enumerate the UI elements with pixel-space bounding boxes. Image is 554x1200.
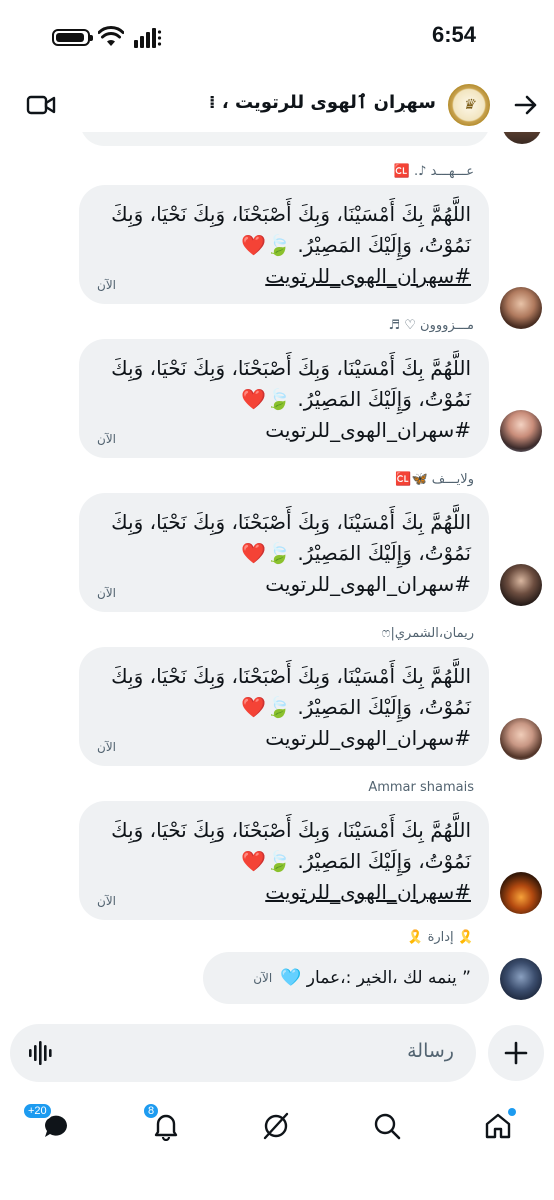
group-logo-icon: ♛ [462, 97, 476, 113]
message-bubble[interactable]: اللَّهُمَّ بِكَ أَمْسَيْنَا، وَبِكَ أَصْ… [79, 647, 489, 766]
home-indicator-dot [508, 1108, 516, 1116]
sender-name[interactable]: عـــهـــد ♪. 🆑 [394, 164, 474, 179]
nav-grok[interactable] [254, 1104, 298, 1148]
sender-name[interactable]: ريمان،الشمري|ෆ [382, 626, 474, 641]
grok-icon [263, 1112, 289, 1140]
avatar[interactable] [500, 872, 542, 914]
nav-notifications[interactable]: 8 [142, 1102, 188, 1148]
add-attachment-button[interactable] [488, 1025, 544, 1081]
message-hashtag[interactable]: #سهران_الهوى_للرتويت [97, 877, 471, 908]
sender-name[interactable]: ولايـــف 🦋🆑 [395, 472, 474, 487]
message-time: الآن [97, 432, 116, 446]
avatar[interactable] [500, 287, 542, 329]
message-bubble[interactable]: اللَّهُمَّ بِكَ أَمْسَيْنَا، وَبِكَ أَصْ… [79, 339, 489, 458]
message-text: اللَّهُمَّ بِكَ أَمْسَيْنَا، وَبِكَ أَصْ… [111, 202, 471, 257]
message-text: ” ينمه لك ،الخير :،عمار 🩵 [280, 968, 471, 988]
sender-name[interactable]: 🎗️ إدارة 🎗️ [407, 930, 474, 945]
back-arrow-icon[interactable] [510, 90, 540, 120]
message-hashtag[interactable]: #سهران_الهوى_للرتويت [97, 261, 471, 292]
message-bubble[interactable]: اللَّهُمَّ بِكَ أَمْسَيْنَا، وَبِكَ أَصْ… [79, 801, 489, 920]
nav-search[interactable] [365, 1104, 409, 1148]
video-call-icon[interactable] [26, 94, 56, 116]
plus-icon [504, 1041, 528, 1065]
search-icon [374, 1113, 401, 1140]
chat-header: ♛ سهڔان ٱلهوى للرتويت ، ⁞ [0, 80, 554, 132]
message-composer[interactable]: رسالة [10, 1024, 476, 1082]
notifications-badge: 8 [142, 1102, 161, 1120]
status-time: 6:54 [431, 22, 476, 47]
home-icon [485, 1113, 511, 1139]
sender-name[interactable]: مـــزووون ♡ ♬ [388, 318, 474, 333]
group-title[interactable]: سهڔان ٱلهوى للرتويت ، ⁞ [209, 92, 436, 113]
message-time: الآن [97, 586, 116, 600]
message-bubble[interactable]: ” ينمه لك ،الخير :،عمار 🩵 الآن [203, 952, 489, 1004]
voice-message-icon[interactable] [28, 1040, 54, 1066]
messages-badge: +20 [22, 1102, 53, 1120]
message-time: الآن [97, 278, 116, 292]
message-bubble[interactable]: اللَّهُمَّ بِكَ أَمْسَيْنَا، وَبِكَ أَصْ… [79, 493, 489, 612]
sender-name[interactable]: Ammar shamais [368, 780, 474, 795]
signal-icon [134, 28, 162, 48]
message-text: اللَّهُمَّ بِكَ أَمْسَيْنَا، وَبِكَ أَصْ… [111, 356, 471, 411]
message-time: الآن [253, 971, 273, 985]
avatar[interactable] [502, 132, 542, 144]
message-time: الآن [97, 894, 116, 908]
battery-icon [52, 29, 93, 46]
message-input[interactable]: رسالة [407, 1040, 454, 1062]
message-list[interactable]: عـــهـــد ♪. 🆑 اللَّهُمَّ بِكَ أَمْسَيْن… [0, 132, 554, 1022]
status-bar: 6:54 [0, 0, 554, 76]
avatar[interactable] [500, 718, 542, 760]
previous-message-bubble[interactable] [80, 132, 490, 146]
avatar[interactable] [500, 958, 542, 1000]
group-avatar[interactable]: ♛ [448, 84, 490, 126]
message-hashtag[interactable]: #سهران_الهوى_للرتويت [97, 415, 471, 446]
message-text: اللَّهُمَّ بِكَ أَمْسَيْنَا، وَبِكَ أَصْ… [111, 664, 471, 719]
message-hashtag[interactable]: #سهران_الهوى_للرتويت [97, 723, 471, 754]
bottom-nav: 8 +20 [0, 1092, 554, 1200]
message-hashtag[interactable]: #سهران_الهوى_للرتويت [97, 569, 471, 600]
wifi-icon [98, 26, 124, 46]
avatar[interactable] [500, 564, 542, 606]
message-text: اللَّهُمَّ بِكَ أَمْسَيْنَا، وَبِكَ أَصْ… [111, 818, 471, 873]
message-text: اللَّهُمَّ بِكَ أَمْسَيْنَا، وَبِكَ أَصْ… [111, 510, 471, 565]
message-bubble[interactable]: اللَّهُمَّ بِكَ أَمْسَيْنَا، وَبِكَ أَصْ… [79, 185, 489, 304]
nav-messages[interactable]: +20 [22, 1102, 78, 1148]
message-time: الآن [97, 740, 116, 754]
nav-home[interactable] [476, 1104, 520, 1148]
avatar[interactable] [500, 410, 542, 452]
